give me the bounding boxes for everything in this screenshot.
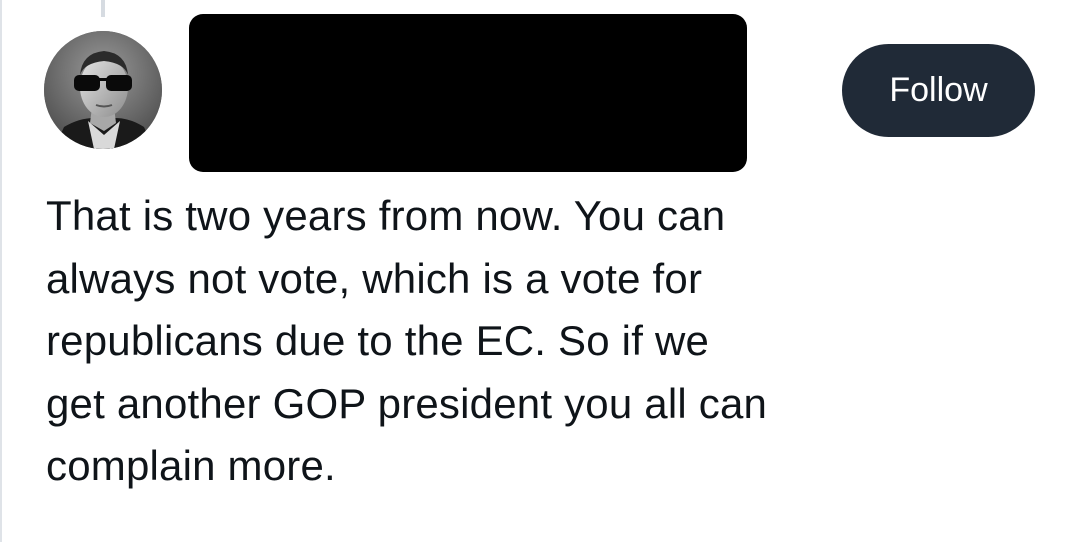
post-text-line: complain more. — [46, 442, 336, 489]
timeline-border — [0, 0, 2, 542]
profile-photo-icon — [44, 31, 162, 149]
post-text-line: republicans due to the EC. So if we — [46, 317, 710, 364]
avatar[interactable] — [44, 31, 162, 149]
post-text-line: get another GOP president you all can — [46, 379, 768, 427]
follow-button[interactable]: Follow — [842, 44, 1035, 137]
redacted-username-block — [189, 14, 747, 172]
thread-connector-line — [101, 0, 105, 17]
post-text-line: That is two years from now. You can — [46, 192, 726, 239]
post-text: That is two years from now. You can alwa… — [46, 185, 1046, 498]
post-text-line: always not vote, which is a vote for — [46, 254, 703, 302]
